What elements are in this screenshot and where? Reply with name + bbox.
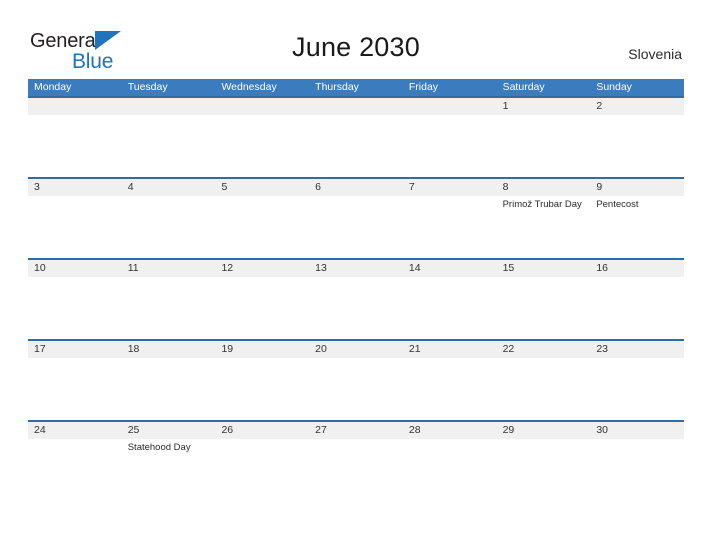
holiday-label: Statehood Day [127, 442, 191, 453]
day-cell[interactable]: 5 [215, 179, 309, 258]
day-number: 4 [127, 181, 134, 193]
day-cell[interactable]: 1 [497, 98, 591, 177]
day-cell[interactable]: 6 [309, 179, 403, 258]
day-number: 3 [34, 181, 40, 193]
day-number: 20 [315, 343, 327, 355]
day-cell[interactable]: 4 [122, 179, 216, 258]
day-cell[interactable]: 13 [309, 260, 403, 339]
day-number: 10 [34, 262, 46, 274]
day-cell[interactable]: 7 [403, 179, 497, 258]
day-number: 24 [34, 424, 46, 436]
day-cell[interactable] [403, 98, 497, 177]
day-number: 13 [315, 262, 327, 274]
day-cell[interactable]: 12 [215, 260, 309, 339]
day-number: 12 [221, 262, 234, 274]
day-number: 29 [502, 424, 515, 436]
day-cell[interactable]: 15 [497, 260, 591, 339]
holiday-label: Pentecost [596, 199, 639, 210]
day-cell[interactable] [309, 98, 403, 177]
day-number: 1 [502, 100, 509, 112]
day-cell[interactable]: 10 [28, 260, 122, 339]
day-number: 30 [596, 424, 608, 436]
day-cell[interactable]: 11 [122, 260, 216, 339]
week-row: 10 11 12 13 14 15 16 [28, 258, 684, 339]
day-cell[interactable]: 29 [497, 422, 591, 501]
calendar-page: General Blue June 2030 Slovenia Monday T… [0, 0, 712, 550]
weekday-header-friday: Friday [408, 81, 439, 93]
day-number: 21 [408, 343, 421, 355]
day-number: 15 [502, 262, 515, 274]
day-number: 17 [34, 343, 46, 355]
page-masthead: General Blue June 2030 Slovenia [0, 0, 712, 79]
day-number: 28 [408, 424, 421, 436]
day-number: 18 [127, 343, 140, 355]
day-number: 5 [221, 181, 228, 193]
week-row: 3 4 5 6 7 8 Primož Trubar Day 9 Pentecos… [28, 177, 684, 258]
day-number: 7 [408, 181, 415, 193]
day-cell[interactable]: 21 [403, 341, 497, 420]
day-number: 9 [596, 181, 603, 193]
holiday-label: Primož Trubar Day [502, 199, 582, 210]
weekday-header-row: Monday Tuesday Wednesday Thursday Friday… [28, 79, 684, 96]
day-cell[interactable] [122, 98, 216, 177]
page-title: June 2030 [292, 32, 420, 62]
day-cell[interactable]: 9 Pentecost [590, 179, 684, 258]
day-cell[interactable]: 22 [497, 341, 591, 420]
day-cell[interactable]: 20 [309, 341, 403, 420]
day-number: 27 [315, 424, 327, 436]
day-cell[interactable]: 30 [590, 422, 684, 501]
day-cell[interactable]: 16 [590, 260, 684, 339]
day-number: 16 [596, 262, 608, 274]
day-number: 22 [502, 343, 515, 355]
day-cell[interactable]: 8 Primož Trubar Day [497, 179, 591, 258]
day-cell[interactable]: 24 [28, 422, 122, 501]
week-row: 17 18 19 20 21 22 23 [28, 339, 684, 420]
day-cell[interactable] [215, 98, 309, 177]
weekday-header-saturday: Saturday [502, 81, 545, 93]
calendar-grid: Monday Tuesday Wednesday Thursday Friday… [28, 79, 684, 501]
day-cell[interactable]: 3 [28, 179, 122, 258]
day-number: 2 [596, 100, 603, 112]
weekday-header-sunday: Sunday [596, 81, 632, 93]
weekday-header-wednesday: Wednesday [221, 81, 277, 93]
day-cell[interactable]: 17 [28, 341, 122, 420]
weekday-header-thursday: Thursday [315, 81, 359, 93]
day-number: 23 [596, 343, 608, 355]
day-number: 8 [502, 181, 509, 193]
day-cell[interactable]: 2 [590, 98, 684, 177]
weekday-header-monday: Monday [34, 81, 72, 93]
day-cell[interactable]: 18 [122, 341, 216, 420]
week-row: 1 2 [28, 96, 684, 177]
day-number: 26 [221, 424, 234, 436]
day-number: 6 [315, 181, 321, 193]
weekday-header-tuesday: Tuesday [127, 81, 168, 93]
day-number: 25 [127, 424, 140, 436]
day-cell[interactable]: 26 [215, 422, 309, 501]
day-cell[interactable]: 14 [403, 260, 497, 339]
day-cell[interactable] [28, 98, 122, 177]
day-cell[interactable]: 28 [403, 422, 497, 501]
day-number: 11 [127, 262, 139, 274]
day-cell[interactable]: 27 [309, 422, 403, 501]
day-cell[interactable]: 23 [590, 341, 684, 420]
week-row: 24 25 Statehood Day 26 27 28 29 30 [28, 420, 684, 501]
day-cell[interactable]: 25 Statehood Day [122, 422, 216, 501]
country-label: Slovenia [628, 46, 682, 62]
day-cell[interactable]: 19 [215, 341, 309, 420]
day-number: 14 [408, 262, 421, 274]
day-number: 19 [221, 343, 234, 355]
